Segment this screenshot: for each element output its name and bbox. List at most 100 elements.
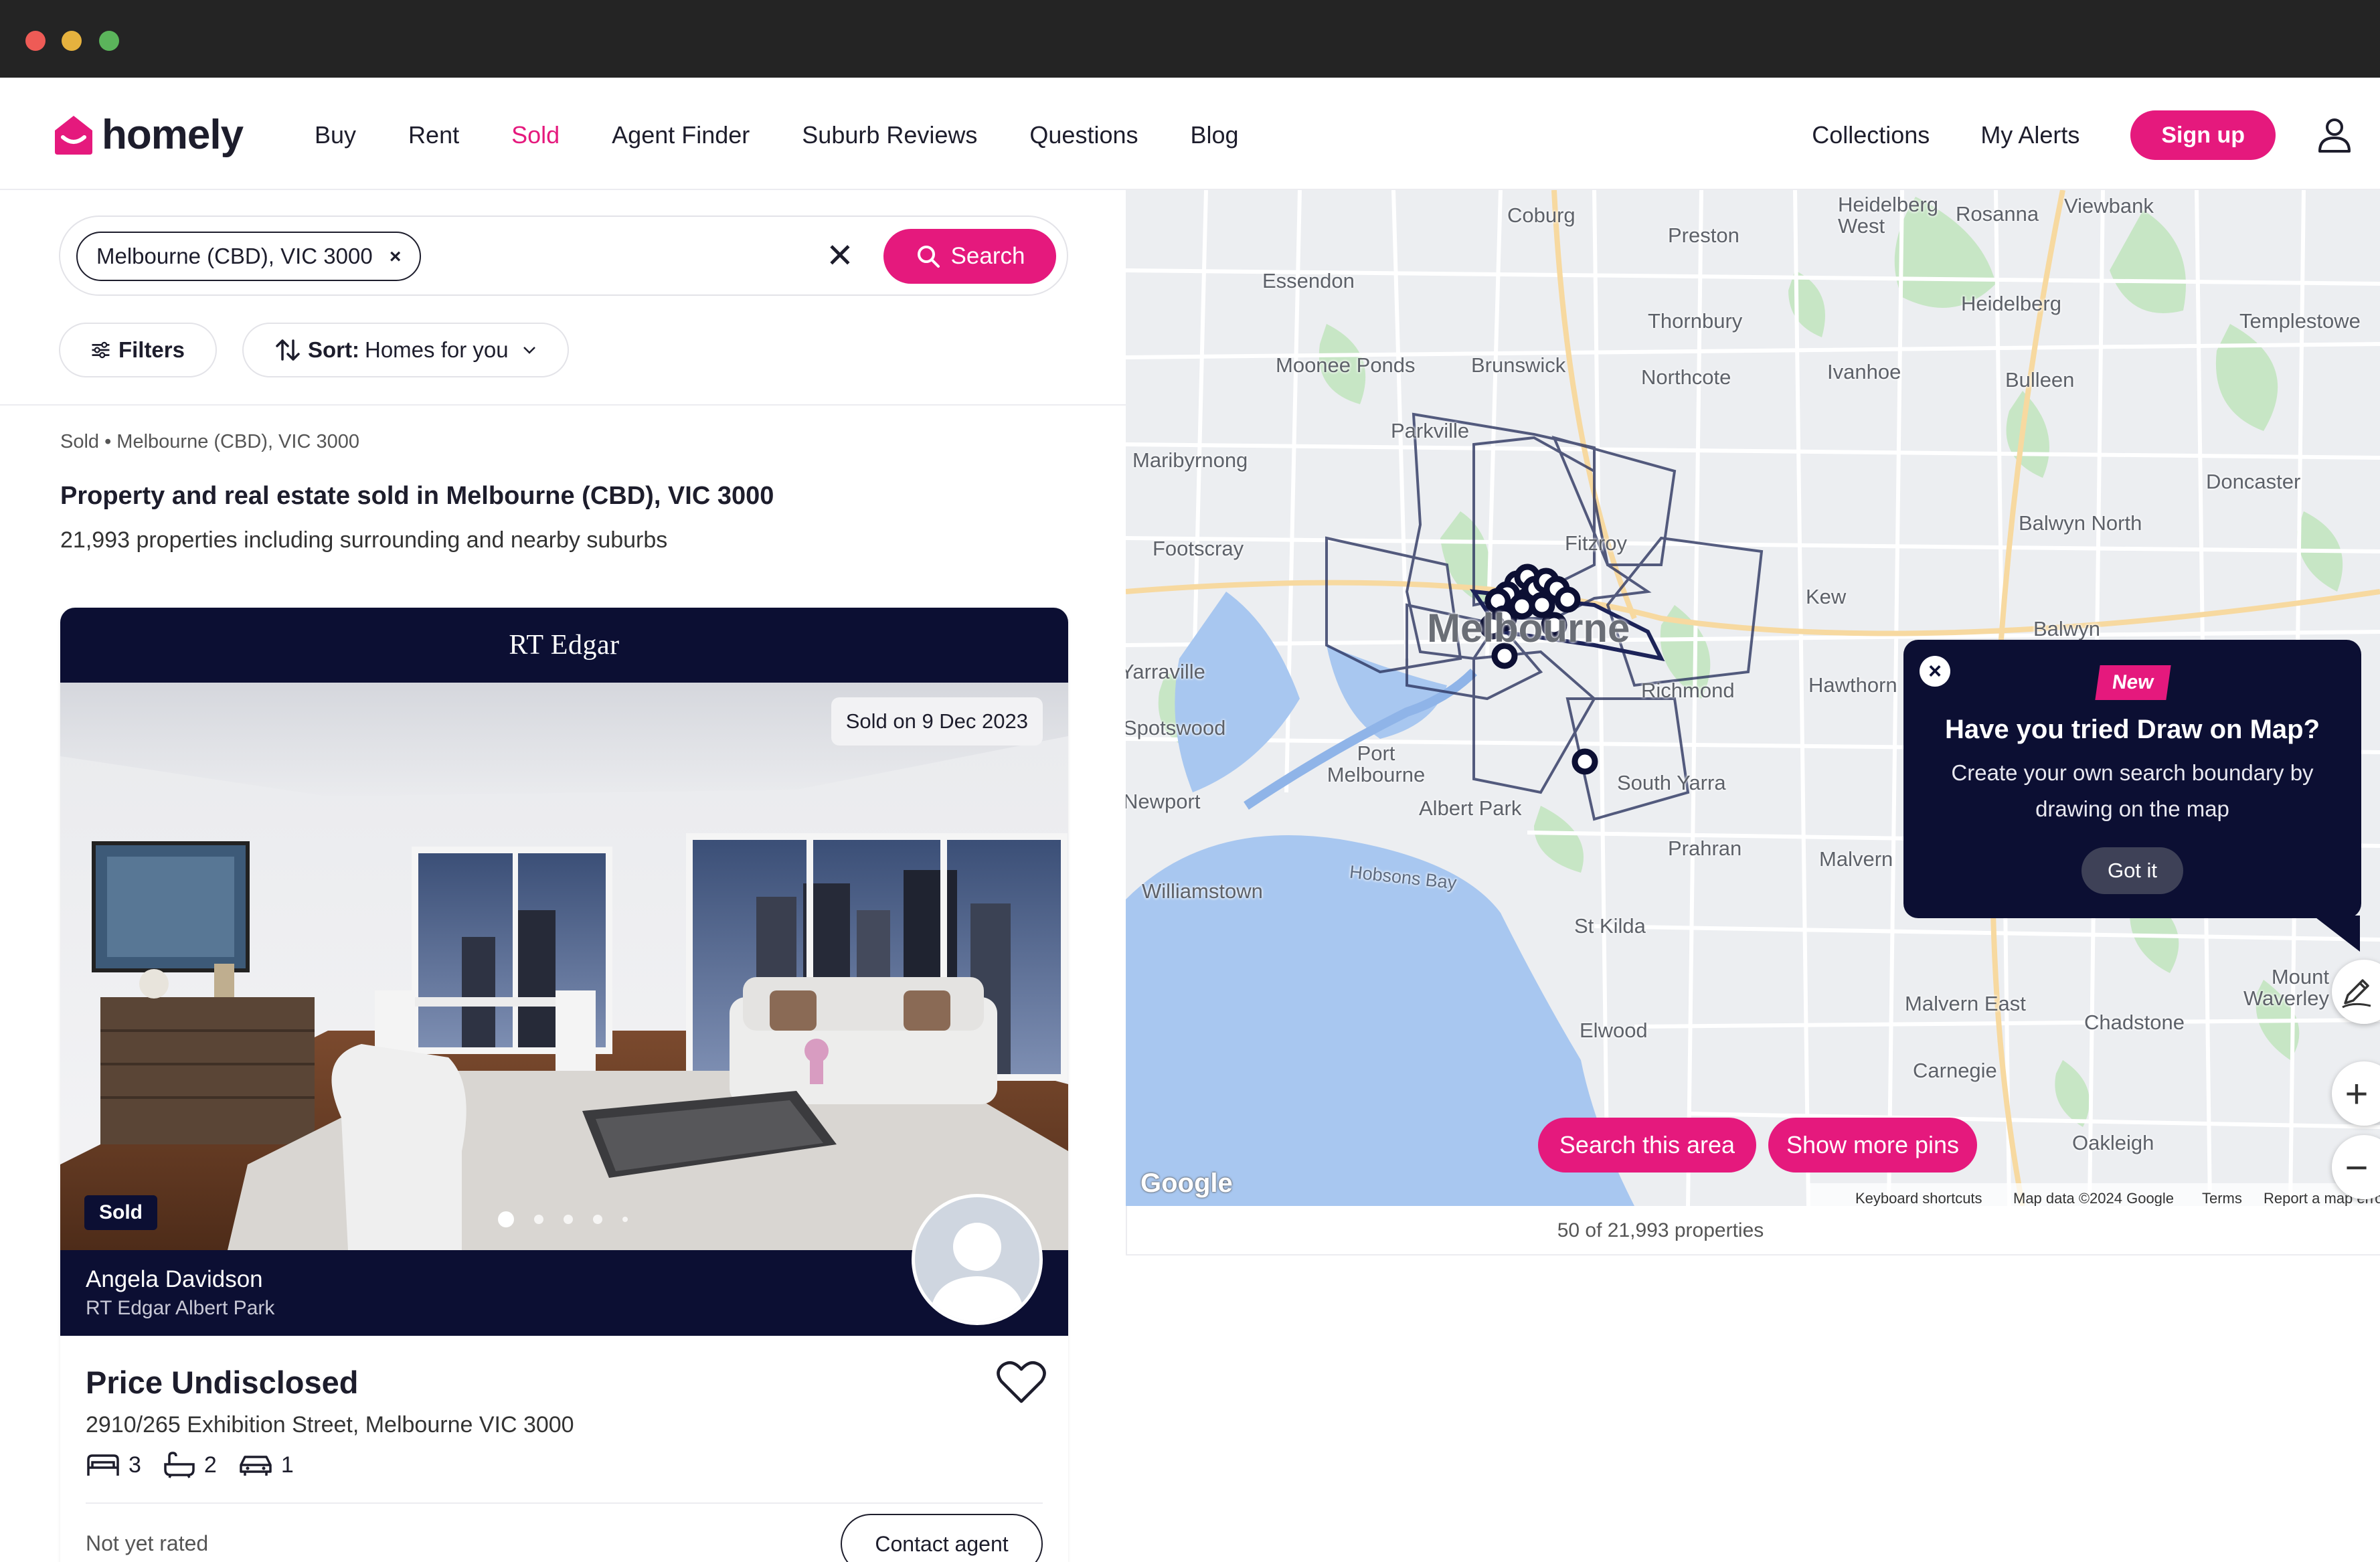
- map-label: Ivanhoe: [1827, 360, 1901, 383]
- listing-photo[interactable]: Sold on 9 Dec 2023 Sold: [60, 683, 1068, 1250]
- map-label: Elwood: [1580, 1019, 1648, 1042]
- location-chip[interactable]: Melbourne (CBD), VIC 3000 ×: [76, 232, 421, 281]
- nav-suburb-reviews[interactable]: Suburb Reviews: [802, 119, 977, 151]
- map-label: Heidelberg: [1961, 292, 2061, 315]
- bedrooms: 3: [86, 1452, 141, 1478]
- carousel-dot[interactable]: [498, 1211, 514, 1227]
- site-header: homely Buy Rent Sold Agent Finder Suburb…: [0, 78, 2380, 190]
- homely-logo[interactable]: homely: [52, 110, 244, 159]
- map-label: Hawthorn: [1808, 673, 1897, 697]
- contact-agent-button[interactable]: Contact agent: [841, 1514, 1043, 1562]
- map-label: Spotswood: [1126, 716, 1226, 740]
- search-button[interactable]: Search: [883, 229, 1056, 284]
- header-actions: Collections My Alerts Sign up: [1812, 110, 2380, 161]
- map-label: Port Melbourne: [1327, 742, 1426, 786]
- bath-icon: [164, 1452, 195, 1478]
- clear-search-icon[interactable]: ✕: [820, 236, 860, 276]
- close-window-button[interactable]: [25, 31, 46, 51]
- search-this-area-button[interactable]: Search this area: [1538, 1118, 1756, 1173]
- keyboard-shortcuts-link[interactable]: Keyboard shortcuts: [1855, 1190, 1982, 1206]
- living-room-image: [60, 683, 1068, 1250]
- map-label: Mount Waverley: [2243, 965, 2329, 1010]
- results-panel: Melbourne (CBD), VIC 3000 × ✕ Search Fil…: [0, 190, 1126, 1562]
- map-label: Williamstown: [1142, 879, 1263, 903]
- map-label: Footscray: [1153, 537, 1244, 560]
- map-label: Balwyn North: [2019, 511, 2142, 535]
- agent-name: Angela Davidson: [86, 1266, 263, 1292]
- search-button-label: Search: [950, 243, 1025, 269]
- show-more-pins-button[interactable]: Show more pins: [1768, 1118, 1977, 1173]
- my-alerts-link[interactable]: My Alerts: [1980, 121, 2079, 149]
- sold-date-badge: Sold on 9 Dec 2023: [831, 697, 1043, 746]
- tooltip-body: Create your own search boundary by drawi…: [1951, 760, 2314, 821]
- map-label: Kew: [1806, 585, 1847, 608]
- sort-value: Homes for you: [365, 337, 509, 362]
- results-count: 21,993 properties including surrounding …: [60, 527, 668, 553]
- car-spaces: 1: [238, 1452, 294, 1478]
- terms-link[interactable]: Terms: [2202, 1190, 2242, 1206]
- nav-rent[interactable]: Rent: [408, 119, 459, 151]
- nav-questions[interactable]: Questions: [1029, 119, 1138, 151]
- map-label: Brunswick: [1471, 353, 1566, 377]
- nav-blog[interactable]: Blog: [1191, 119, 1239, 151]
- nav-sold[interactable]: Sold: [511, 119, 560, 151]
- maximize-window-button[interactable]: [99, 31, 119, 51]
- page-title: Property and real estate sold in Melbour…: [60, 482, 774, 510]
- close-tooltip-button[interactable]: ×: [1920, 656, 1950, 687]
- sort-label: Sort:: [308, 337, 359, 362]
- minimize-window-button[interactable]: [62, 31, 82, 51]
- map-label: Northcote: [1641, 365, 1731, 389]
- filters-label: Filters: [118, 337, 185, 362]
- save-favorite-icon[interactable]: [996, 1359, 1047, 1405]
- map-results-bar: 50 of 21,993 properties: [1126, 1206, 2380, 1255]
- page: { "header": { "logo_text": "homely", "na…: [0, 0, 2380, 1562]
- agent-agency: RT Edgar Albert Park: [86, 1297, 275, 1319]
- house-logo-icon: [52, 113, 95, 156]
- window-titlebar: [0, 0, 2380, 78]
- person-placeholder-icon: [915, 1197, 1039, 1322]
- sliders-icon: [92, 341, 110, 359]
- filters-button[interactable]: Filters: [59, 323, 217, 377]
- carousel-dot[interactable]: [534, 1215, 543, 1224]
- logo-text: homely: [102, 111, 244, 158]
- search-icon: [917, 246, 940, 268]
- map-data-attribution: Map data ©2024 Google: [2013, 1190, 2175, 1206]
- map-label: Maribyrnong: [1132, 448, 1248, 472]
- map-label: Essendon: [1262, 269, 1355, 292]
- carousel-dot[interactable]: [564, 1215, 573, 1224]
- got-it-button[interactable]: Got it: [2081, 847, 2183, 894]
- listing-features: 3 2 1: [86, 1451, 315, 1479]
- map-label: Doncaster: [2206, 470, 2301, 493]
- map-label: Templestowe: [2239, 309, 2361, 333]
- location-search-bar[interactable]: Melbourne (CBD), VIC 3000 × ✕ Search: [59, 215, 1068, 296]
- remove-location-icon[interactable]: ×: [385, 246, 406, 268]
- map-label: Balwyn: [2033, 617, 2100, 640]
- user-account-icon[interactable]: [2314, 115, 2355, 155]
- map-label: Preston: [1668, 224, 1739, 247]
- carousel-dot[interactable]: [593, 1215, 602, 1224]
- carousel-dot[interactable]: [622, 1217, 628, 1222]
- tooltip-tail: [2313, 916, 2360, 952]
- map-label: Bulleen: [2005, 368, 2075, 392]
- listing-address: 2910/265 Exhibition Street, Melbourne VI…: [86, 1412, 574, 1438]
- nav-agent-finder[interactable]: Agent Finder: [612, 119, 750, 151]
- car-icon: [240, 1456, 272, 1476]
- agent-avatar[interactable]: [912, 1194, 1043, 1325]
- map-label: Yarraville: [1126, 660, 1205, 683]
- breadcrumb: Sold • Melbourne (CBD), VIC 3000: [60, 431, 359, 452]
- agency-banner: RT Edgar: [60, 608, 1068, 683]
- sign-up-button[interactable]: Sign up: [2130, 110, 2276, 160]
- collections-link[interactable]: Collections: [1812, 121, 1930, 149]
- map-label: Thornbury: [1648, 309, 1743, 333]
- panel-divider: [0, 404, 1126, 406]
- location-chip-label: Melbourne (CBD), VIC 3000: [96, 244, 373, 268]
- map-label: Rosanna: [1956, 202, 2039, 226]
- nav-buy[interactable]: Buy: [315, 119, 356, 151]
- map-label: Chadstone: [2084, 1011, 2185, 1034]
- map-label: Malvern: [1819, 847, 1893, 871]
- listing-price: Price Undisclosed: [86, 1365, 359, 1400]
- bathrooms: 2: [163, 1451, 217, 1479]
- photo-carousel-dots[interactable]: [498, 1211, 648, 1227]
- listing-card[interactable]: RT Edgar Sold on 9 Dec 2023 Sold Angela …: [60, 608, 1068, 1562]
- sort-dropdown[interactable]: Sort: Homes for you: [242, 323, 569, 377]
